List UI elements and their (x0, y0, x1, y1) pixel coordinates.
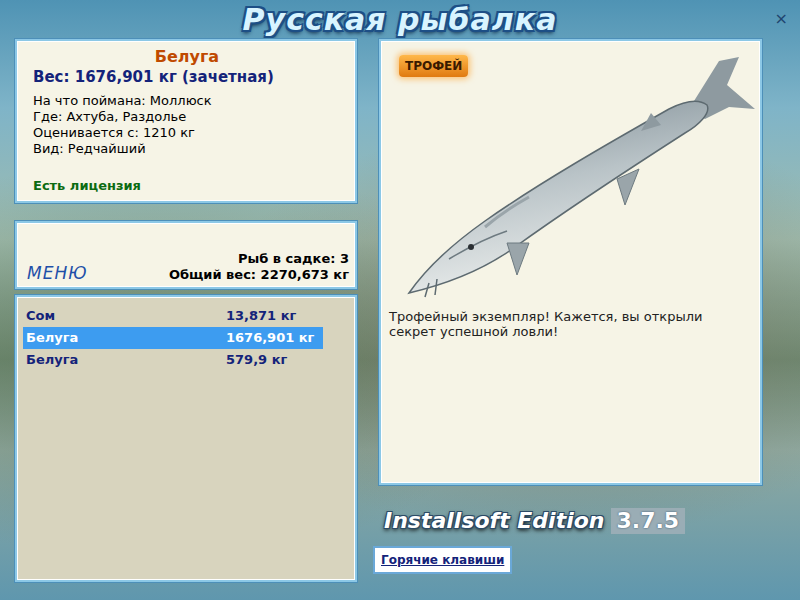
close-icon[interactable]: × (771, 11, 792, 27)
total-weight: Общий вес: 2270,673 кг (169, 267, 349, 283)
menu-button[interactable]: МЕНЮ (27, 263, 88, 283)
license-status: Есть лицензия (33, 177, 341, 195)
fish-info-panel: БелугаВес: 1676,901 кг (зачетная) На что … (14, 38, 358, 204)
game-screen: Русская рыбалка× БелугаВес: 1676,901 кг … (0, 0, 800, 600)
catch-name: Сом (26, 306, 226, 326)
version-label: 3.7.5 (611, 508, 686, 534)
game-title: Русская рыбалка (60, 3, 740, 36)
trophy-badge: ТРОФЕЙ (399, 55, 468, 77)
keepnet-panel: МЕНЮ Рыб в садке: 3Общий вес: 2270,673 кг (14, 220, 358, 290)
fish-weight: Вес: 1676,901 кг (зачетная) (33, 67, 341, 87)
button-slot: Горячие клавиши (378, 534, 512, 574)
fish-detail: На что поймана: Моллюск (33, 93, 341, 109)
hotkeys-button[interactable]: Горячие клавиши (373, 546, 512, 574)
catch-list: Сом13,871 кгБелуга1676,901 кгБелуга579,9… (14, 294, 358, 583)
fish-name: Белуга (33, 47, 341, 67)
fish-detail: Где: Ахтуба, Раздолье (33, 109, 341, 125)
catch-weight: 13,871 кг (226, 306, 326, 326)
catch-row[interactable]: Белуга579,9 кг (23, 349, 323, 371)
trophy-message: Трофейный экземпляр! Кажется, вы открыли… (389, 309, 752, 339)
fish-detail: Оценивается с: 1210 кг (33, 125, 341, 141)
catch-name: Белуга (26, 350, 226, 370)
title-bar: Русская рыбалка × (0, 0, 800, 38)
catch-row[interactable]: Сом13,871 кг (23, 305, 323, 327)
main-area: БелугаВес: 1676,901 кг (зачетная)На что … (0, 38, 800, 583)
keepnet-summary: Рыб в садке: 3Общий вес: 2270,673 кг (169, 251, 349, 283)
right-column: ТРОФЕЙ Трофейный экземпляр! Кажется, вы о… (378, 38, 763, 583)
edition-label: Installsoft Edition (384, 508, 605, 534)
fish-detail: Вид: Редчайший (33, 141, 341, 157)
beluga-image (389, 47, 758, 309)
fish-count: Рыб в садке: 3 (169, 251, 349, 267)
catch-weight: 1676,901 кг (226, 328, 326, 348)
catch-weight: 579,9 кг (226, 350, 326, 370)
catch-name: Белуга (26, 328, 226, 348)
trophy-panel: ТРОФЕЙ Трофейный экземпляр! Кажется, вы о… (378, 38, 763, 486)
catch-row[interactable]: Белуга1676,901 кг (23, 327, 323, 349)
edition-logo: Installsoft Edition3.7.5 (378, 508, 685, 534)
left-column: БелугаВес: 1676,901 кг (зачетная)На что … (14, 38, 358, 583)
